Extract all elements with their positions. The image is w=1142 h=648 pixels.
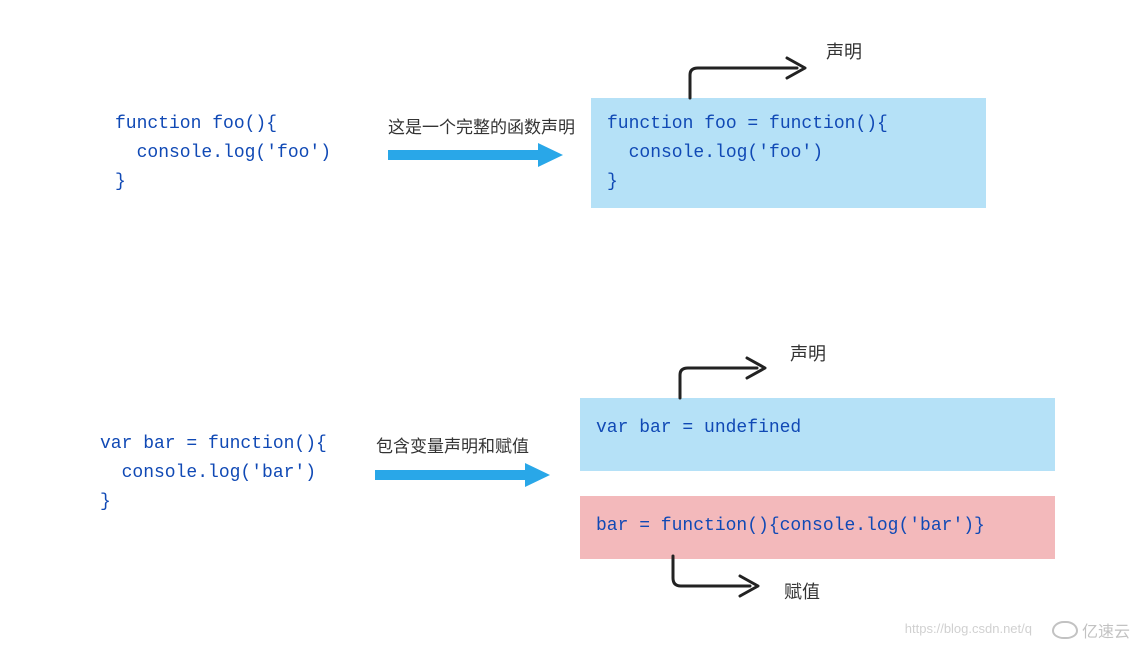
arrow-right-icon bbox=[375, 460, 550, 490]
box-foo-result: function foo = function(){ console.log('… bbox=[591, 98, 986, 208]
code-left-bar: var bar = function(){ console.log('bar')… bbox=[100, 430, 327, 516]
annotation-foo: 这是一个完整的函数声明 bbox=[388, 113, 575, 138]
code-right-foo: function foo = function(){ console.log('… bbox=[607, 110, 970, 196]
code-bar-assign: bar = function(){console.log('bar')} bbox=[596, 512, 1039, 541]
box-bar-decl: var bar = undefined bbox=[580, 398, 1055, 471]
watermark-url: https://blog.csdn.net/q bbox=[905, 621, 1032, 636]
label-shengming-2: 声明 bbox=[790, 340, 826, 366]
arrow-right-icon bbox=[388, 140, 563, 170]
code-left-foo: function foo(){ console.log('foo') } bbox=[115, 110, 331, 196]
annotation-bar: 包含变量声明和赋值 bbox=[376, 432, 529, 457]
box-bar-assign: bar = function(){console.log('bar')} bbox=[580, 496, 1055, 559]
sketch-arrow-up-icon bbox=[672, 332, 802, 402]
label-fuzhi: 赋值 bbox=[784, 578, 820, 604]
label-shengming-1: 声明 bbox=[826, 38, 862, 64]
watermark-logo: 亿速云 bbox=[1052, 618, 1130, 642]
sketch-arrow-up-icon bbox=[682, 30, 842, 100]
sketch-arrow-down-icon bbox=[665, 554, 795, 614]
watermark-brand: 亿速云 bbox=[1082, 618, 1130, 642]
code-bar-decl: var bar = undefined bbox=[596, 414, 1039, 443]
cloud-icon bbox=[1052, 621, 1078, 639]
